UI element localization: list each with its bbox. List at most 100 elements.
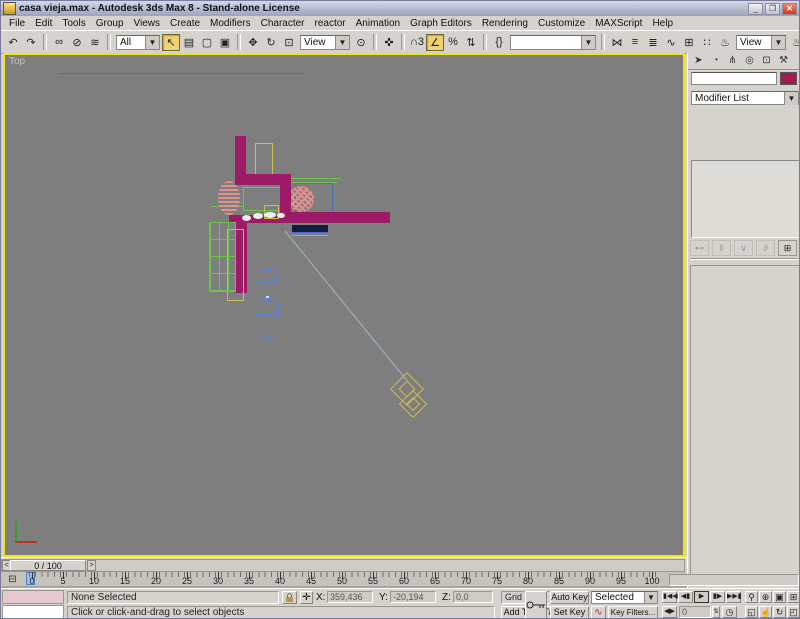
spinner-snap-icon[interactable]: ⇅ — [462, 34, 480, 51]
set-key-button[interactable]: Set Key — [550, 606, 589, 618]
next-frame-arrow[interactable]: > — [87, 560, 96, 571]
remove-modifier-icon[interactable]: ∂ — [756, 240, 775, 256]
modifier-stack-list[interactable] — [691, 160, 799, 238]
track-bar-ruler[interactable]: 0 5 10 15 20 25 30 35 40 45 50 55 60 65 70 75 80 85 90 95 10… — [25, 572, 665, 586]
tab-display[interactable]: ⊡ — [758, 54, 775, 68]
absolute-offset-toggle[interactable]: ✛ — [300, 591, 313, 604]
bind-to-space-warp-icon[interactable]: ≋ — [86, 34, 104, 51]
percent-snap-icon[interactable]: % — [444, 34, 462, 51]
redo-icon[interactable]: ↷ — [22, 34, 40, 51]
make-unique-icon[interactable]: ∨ — [734, 240, 753, 256]
object-name-input[interactable] — [691, 72, 777, 85]
render-scene-icon[interactable]: ♨ — [716, 34, 734, 51]
select-by-name-icon[interactable]: ▤ — [180, 34, 198, 51]
key-selection-combo[interactable]: Selected ▼ — [591, 591, 658, 604]
configure-modifier-sets-icon[interactable]: ⊞ — [778, 240, 797, 256]
menu-maxscript[interactable]: MAXScript — [590, 18, 647, 29]
menu-reactor[interactable]: reactor — [310, 18, 351, 29]
go-to-end-icon[interactable]: ▶▶▮ — [726, 591, 742, 603]
play-animation-icon[interactable]: ▶ — [694, 591, 709, 603]
maxscript-mini-listener-pink[interactable] — [2, 590, 64, 604]
menu-file[interactable]: File — [4, 18, 30, 29]
mirror-icon[interactable]: ⋈ — [608, 34, 626, 51]
min-max-toggle-icon[interactable]: ◰ — [787, 606, 799, 618]
modifier-list-combo[interactable]: Modifier List ▼ — [691, 91, 799, 105]
tab-create[interactable]: ➤ — [690, 54, 707, 68]
layer-manager-icon[interactable]: ≣ — [644, 34, 662, 51]
zoom-extents-icon[interactable]: ▣ — [773, 591, 786, 603]
tab-motion[interactable]: ◎ — [741, 54, 758, 68]
tab-hierarchy[interactable]: ⋔ — [724, 54, 741, 68]
y-coord-field[interactable] — [390, 591, 436, 603]
window-crossing-icon[interactable]: ▣ — [216, 34, 234, 51]
chevron-down-icon[interactable]: ▼ — [581, 35, 595, 49]
snaps-toggle-icon[interactable]: ∩3 — [408, 34, 426, 51]
time-slider-track[interactable] — [1, 559, 685, 572]
curve-editor-icon[interactable]: ∿ — [662, 34, 680, 51]
object-color-swatch[interactable] — [780, 72, 797, 85]
select-object-icon[interactable]: ↖ — [162, 33, 180, 51]
zoom-extents-all-icon[interactable]: ⊞ — [787, 591, 799, 603]
select-and-move-icon[interactable]: ✥ — [244, 34, 262, 51]
auto-key-button[interactable]: Auto Key — [550, 591, 589, 604]
rectangular-selection-region-icon[interactable]: ▢ — [198, 34, 216, 51]
named-selection-sets-combo[interactable]: ▼ — [510, 34, 596, 50]
menu-customize[interactable]: Customize — [533, 18, 590, 29]
menu-create[interactable]: Create — [165, 18, 205, 29]
menu-group[interactable]: Group — [91, 18, 129, 29]
selection-lock-button[interactable] — [282, 591, 297, 604]
reference-coordinate-system-combo[interactable]: View ▼ — [300, 34, 350, 50]
angle-snap-toggle-icon[interactable]: ∠ — [426, 33, 444, 51]
set-keys-button[interactable] — [525, 591, 547, 618]
next-frame-icon[interactable]: ▮▶ — [710, 591, 725, 603]
menu-tools[interactable]: Tools — [57, 18, 90, 29]
region-zoom-icon[interactable]: ◱ — [745, 606, 758, 618]
chevron-down-icon[interactable]: ▼ — [335, 35, 349, 49]
menu-modifiers[interactable]: Modifiers — [205, 18, 256, 29]
chevron-down-icon[interactable]: ▼ — [784, 91, 798, 105]
previous-frame-icon[interactable]: ◀▮ — [678, 591, 693, 603]
key-mode-toggle[interactable]: ◀▶ — [662, 606, 677, 618]
tab-modify[interactable]: ◔ — [707, 54, 724, 68]
x-coord-field[interactable] — [327, 591, 373, 603]
menu-edit[interactable]: Edit — [30, 18, 57, 29]
menu-help[interactable]: Help — [647, 18, 678, 29]
frame-spinner[interactable]: ⇅ — [712, 606, 720, 618]
z-coord-field[interactable] — [453, 591, 493, 603]
close-button[interactable]: ✕ — [782, 2, 797, 15]
zoom-icon[interactable]: ⚲ — [745, 591, 758, 603]
time-slider-handle[interactable]: 0 / 100 — [10, 560, 86, 571]
time-configuration-button[interactable]: ◷ — [722, 606, 737, 618]
render-type-combo[interactable]: View ▼ — [736, 34, 786, 50]
menu-character[interactable]: Character — [256, 18, 310, 29]
tab-utilities[interactable]: ⚒ — [775, 54, 792, 68]
restore-button[interactable]: ❐ — [765, 2, 780, 15]
minimize-button[interactable]: _ — [748, 2, 763, 15]
key-filters-button[interactable]: Key Filters... — [608, 606, 658, 618]
menu-graph-editors[interactable]: Graph Editors — [405, 18, 477, 29]
select-and-scale-icon[interactable]: ⊡ — [280, 34, 298, 51]
undo-icon[interactable]: ↶ — [4, 34, 22, 51]
menu-rendering[interactable]: Rendering — [477, 18, 533, 29]
pan-icon[interactable]: ☝ — [759, 606, 772, 618]
select-and-manipulate-icon[interactable]: ✜ — [380, 34, 398, 51]
pin-stack-icon[interactable]: ⊷ — [690, 240, 709, 256]
go-to-start-icon[interactable]: ▮◀◀ — [662, 591, 678, 603]
arc-rotate-icon[interactable]: ↻ — [773, 606, 786, 618]
chevron-down-icon[interactable]: ▼ — [771, 35, 785, 49]
open-mini-curve-editor-icon[interactable]: ⊟ — [4, 574, 21, 585]
maxscript-mini-listener-white[interactable] — [2, 605, 64, 618]
menu-views[interactable]: Views — [129, 18, 166, 29]
schematic-view-icon[interactable]: ⊞ — [680, 34, 698, 51]
edit-named-selection-sets-icon[interactable]: {} — [490, 34, 508, 51]
viewport-top[interactable]: Top — [3, 53, 685, 557]
select-and-link-icon[interactable]: ∞ — [50, 34, 68, 51]
quick-render-icon[interactable]: ♨ — [788, 34, 799, 51]
select-and-rotate-icon[interactable]: ↻ — [262, 34, 280, 51]
current-frame-field[interactable] — [679, 606, 711, 618]
material-editor-icon[interactable]: ∷ — [698, 34, 716, 51]
unlink-selection-icon[interactable]: ⊘ — [68, 34, 86, 51]
align-icon[interactable]: ≡ — [626, 34, 644, 51]
chevron-down-icon[interactable]: ▼ — [644, 592, 657, 603]
default-tangent-button[interactable]: ∿ — [591, 606, 606, 618]
